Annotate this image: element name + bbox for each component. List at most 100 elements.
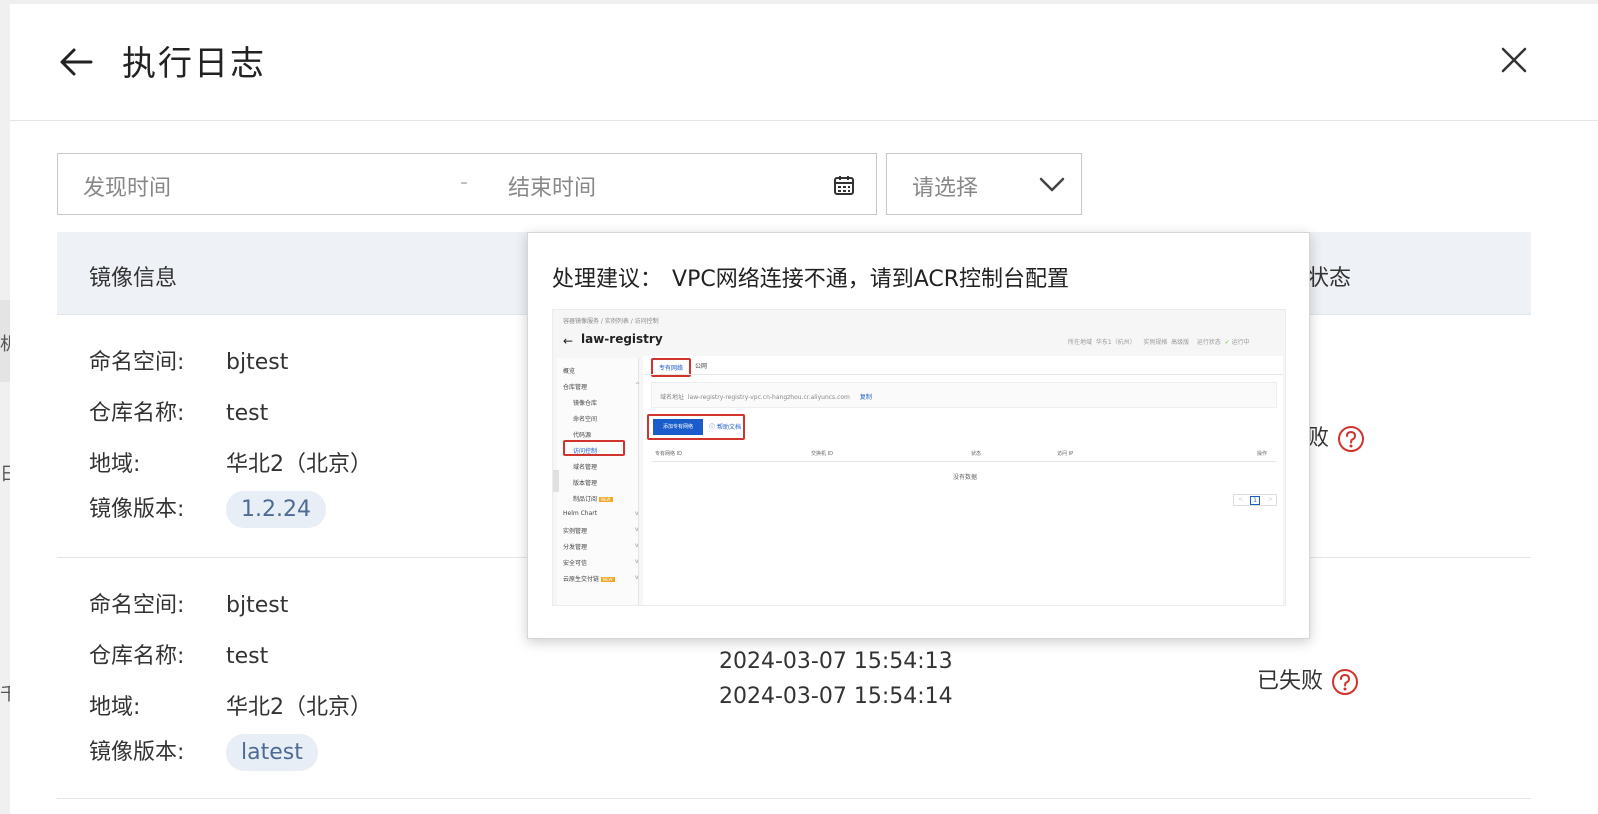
guide-meta-value: 高级版 [1171,339,1190,346]
guide-new-badge: NEW [599,497,613,502]
column-header-image-info: 镜像信息 [89,266,178,291]
guide-highlight-box [563,440,625,456]
version-label: 镜像版本: [89,740,185,765]
guide-sidebar-label: 制品订阅 [573,496,598,503]
guide-meta-label: 运行状态 [1196,339,1221,346]
guide-screenshot: 容器镜像服务 / 实例列表 / 访问控制 ← law-registry 所在地域… [552,309,1286,606]
guide-sidebar-item: 仓库管理 ^ [563,382,643,391]
namespace-value: bjtest [226,593,289,618]
guide-no-data: 没有数据 [953,474,978,481]
guide-copy-link: 复制 [859,394,872,401]
guide-domain-value: law-registry-registry-vpc.cn-hangzhou.cr… [687,394,850,401]
guide-meta-value: 运行中 [1231,339,1250,346]
guide-sidebar-item: 镜像仓库 [573,400,598,407]
guide-domain-box: 域名地址 law-registry-registry-vpc.cn-hangzh… [651,382,1277,408]
guide-sidebar-item: 云原生交付链 NEW v [563,574,643,583]
guide-col: 交换机 ID [811,451,833,457]
guide-meta-label: 所在地域 [1068,339,1093,346]
guide-col: 专有网络 ID [655,451,682,457]
guide-back-arrow-icon: ← [563,334,574,348]
namespace-label: 命名空间: [89,593,185,618]
guide-sidebar-item: 版本管理 [573,480,598,487]
suggestion-popover: 处理建议： VPC网络连接不通，请到ACR控制台配置 容器镜像服务 / 实例列表 … [527,232,1310,639]
guide-col: 访问 IP [1057,451,1074,457]
suggestion-message: VPC网络连接不通，请到ACR控制台配置 [672,267,1070,292]
background-page-edge: 机 日 千 [0,0,18,814]
guide-sidebar-item: Helm Chart v [563,510,643,517]
version-label: 镜像版本: [89,497,185,522]
start-time-input[interactable]: 发现时间 [83,170,171,202]
guide-pager-next: > [1268,496,1274,503]
guide-meta-label: 实例规格 [1143,339,1168,346]
repo-label: 仓库名称: [89,401,185,426]
guide-pager-prev: < [1238,496,1244,503]
guide-sidebar-item: 代码源 [573,432,592,439]
end-time-input[interactable]: 结束时间 [508,170,596,202]
guide-sidebar-item: 制品订阅 NEW [573,494,613,503]
guide-tab-divider [643,374,1283,375]
guide-add-vpc-button: 添加专有网络 [653,419,703,435]
repo-label: 仓库名称: [89,644,185,669]
drawer-header: 执行日志 [10,4,1598,121]
guide-sidebar-item: 实例管理 v [563,526,643,535]
arrow-left-icon[interactable] [58,44,94,80]
region-label: 地域: [89,452,141,477]
question-circle-icon[interactable] [1337,425,1365,453]
namespace-value: bjtest [226,350,289,375]
namespace-line: 命名空间: bjtest [89,344,288,376]
guide-breadcrumb: 容器镜像服务 / 实例列表 / 访问控制 [563,318,659,325]
calendar-icon[interactable] [833,174,855,196]
guide-sidebar-label: 云原生交付链 [563,576,600,583]
guide-main: 专有网络 公网 域名地址 law-registry-registry-vpc.c… [643,356,1283,605]
guide-sidebar-label: 安全可信 [563,560,588,567]
status-text: 败 [1307,426,1330,451]
status-text: 已失败 [1257,669,1324,694]
status-cell: 已失败 [1257,663,1359,696]
date-range-picker[interactable]: 发现时间 - 结束时间 [57,153,877,215]
version-line: 镜像版本: latest [89,734,318,771]
version-line: 镜像版本: 1.2.24 [89,491,326,528]
guide-check-icon: ✓ [1224,339,1230,346]
guide-instance-name: law-registry [581,332,663,346]
question-circle-icon[interactable] [1331,668,1359,696]
region-value: 华北2（北京） [226,695,372,720]
version-tag: latest [226,734,318,771]
popover-title: 处理建议： VPC网络连接不通，请到ACR控制台配置 [552,261,1069,293]
guide-pager: < 1 > [1233,494,1277,506]
date-separator: - [460,170,468,195]
guide-chevron-down-icon: v [635,542,639,549]
guide-table-header: 专有网络 ID 交换机 ID 状态 访问 IP 操作 [651,448,1277,462]
guide-chevron-down-icon: v [635,558,639,565]
repo-line: 仓库名称: test [89,638,268,670]
guide-pager-current: 1 [1250,496,1260,505]
repo-value: test [226,644,269,669]
end-time: 2024-03-07 15:54:14 [719,684,953,709]
status-cell: 败 [1307,420,1365,453]
namespace-label: 命名空间: [89,350,185,375]
guide-sidebar: 概览 仓库管理 ^ 镜像仓库 命名空间 代码源 访问控制 域名管理 版本管理 制品… [557,358,640,605]
status-select[interactable]: 请选择 [886,153,1082,215]
guide-chevron-down-icon: v [635,526,639,533]
region-line: 地域: 华北2（北京） [89,446,372,478]
repo-value: test [226,401,269,426]
guide-sidebar-grip [553,470,559,492]
page-title: 执行日志 [122,44,266,84]
guide-sidebar-item: 命名空间 [573,416,598,423]
guide-sidebar-label: 分发管理 [563,544,588,551]
guide-meta-value: 华东1（杭州） [1095,339,1136,346]
guide-sidebar-item: 域名管理 [573,464,598,471]
guide-info-icon: ⓘ [709,424,716,431]
start-time: 2024-03-07 15:54:13 [719,649,953,674]
version-tag: 1.2.24 [226,491,326,528]
execution-log-drawer: 执行日志 发现时间 - 结束时间 请选择 镜像信息 状态 命名空间: bjtest… [10,4,1598,814]
close-icon[interactable] [1500,46,1528,74]
guide-chevron-up-icon: ^ [635,382,641,389]
guide-sidebar-item: 概览 [563,368,576,375]
region-label: 地域: [89,695,141,720]
guide-chevron-down-icon: v [635,510,639,517]
suggestion-label: 处理建议： [552,267,663,292]
guide-sidebar-label: 实例管理 [563,528,588,535]
guide-sidebar-item: 安全可信 v [563,558,643,567]
guide-chevron-down-icon: v [635,574,639,581]
guide-help-doc: ⓘ 帮助文档 [709,422,741,431]
